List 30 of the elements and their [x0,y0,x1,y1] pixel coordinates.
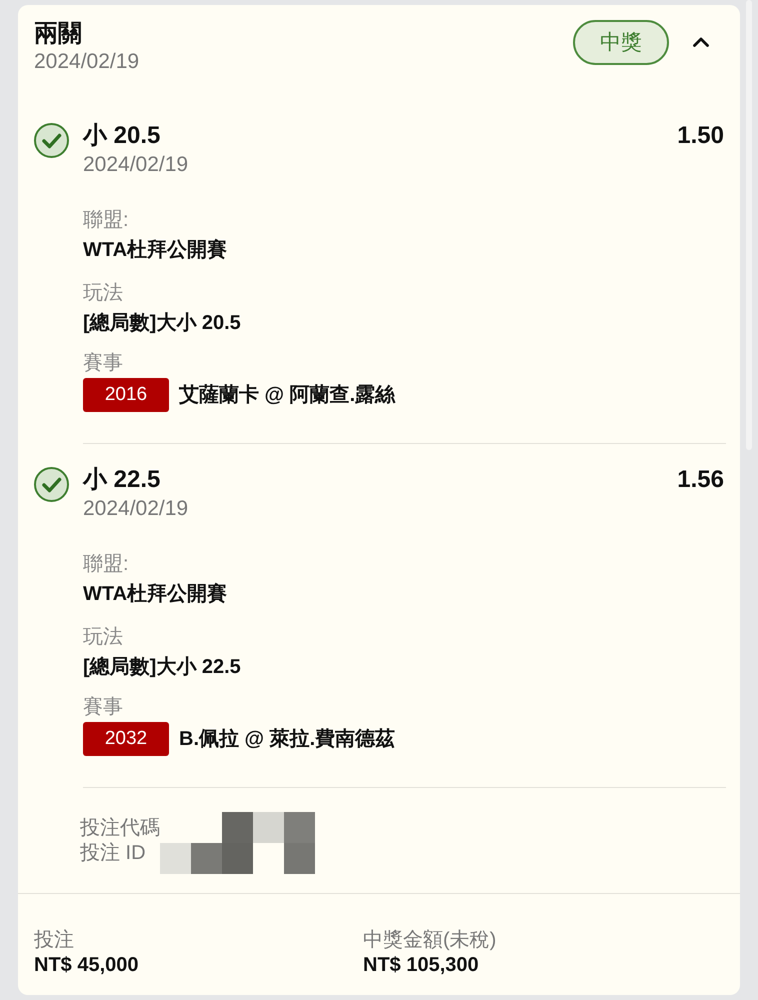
summary-label: 投注 [34,928,74,953]
bet-date: 2024/02/19 [34,49,140,75]
field-label: 賽事 [83,695,123,720]
summary-label: 中獎金額(未稅) [363,928,496,953]
selection-title: 小 22.5 [83,465,160,495]
match-name: B.佩拉 @ 萊拉.費南德茲 [179,727,396,752]
bet-title: 兩關 [34,19,82,49]
field-label: 聯盟: [83,552,129,577]
event-code-badge: 2032 [83,722,169,756]
summary-amount: NT$ 45,000 [34,953,139,978]
field-value: WTA杜拜公開賽 [83,238,228,263]
field-label: 賽事 [83,351,123,376]
odds-value: 1.50 [677,121,724,151]
field-label: 聯盟: [83,208,129,233]
summary-amount: NT$ 105,300 [363,953,479,978]
status-badge: 中獎 [573,20,669,65]
chevron-up-icon[interactable] [693,37,709,47]
event-code-badge: 2016 [83,378,169,412]
match-name: 艾薩蘭卡 @ 阿蘭查.露絲 [179,383,396,408]
field-label: 玩法 [83,625,123,650]
odds-value: 1.56 [677,465,724,495]
leg-date: 2024/02/19 [83,152,188,178]
selection-title: 小 20.5 [83,121,160,151]
id-label: 投注 ID [80,840,146,866]
field-label: 玩法 [83,281,123,306]
field-value: WTA杜拜公開賽 [83,582,228,607]
field-value: [總局數]大小 20.5 [83,311,241,336]
field-value: [總局數]大小 22.5 [83,655,241,680]
leg-date: 2024/02/19 [83,496,188,522]
id-label: 投注代碼 [80,816,160,840]
